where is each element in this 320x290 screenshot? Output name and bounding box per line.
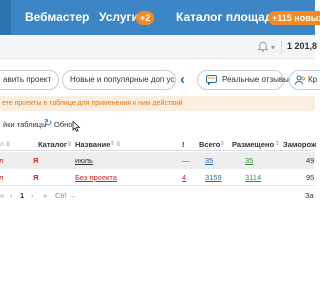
column-frozen[interactable]: Заморож bbox=[283, 140, 316, 149]
top-navigation: Вебмастер Услуги +2 Каталог площадок +11… bbox=[0, 0, 320, 35]
services-badge: +2 bbox=[136, 11, 155, 25]
chevron-down-icon[interactable]: ▾ bbox=[271, 43, 275, 52]
yandex-icon: Я bbox=[33, 173, 39, 182]
row-mark: л bbox=[0, 156, 4, 165]
mouse-cursor-icon bbox=[72, 121, 81, 132]
current-page[interactable]: 1 bbox=[20, 191, 24, 200]
nav-active-tab-fragment[interactable] bbox=[0, 0, 11, 35]
chat-bubble-icon bbox=[206, 75, 217, 85]
row-mark: л bbox=[0, 173, 4, 182]
nav-item-webmaster[interactable]: Вебмастер bbox=[25, 10, 89, 24]
users-icon bbox=[295, 75, 305, 85]
filter-icon[interactable]: л ⊻ bbox=[0, 140, 10, 148]
placed-link[interactable]: 3114 bbox=[245, 173, 261, 182]
prev-page-button[interactable]: ‹ bbox=[10, 191, 13, 200]
bell-icon[interactable] bbox=[257, 41, 269, 53]
first-page-button[interactable]: « bbox=[0, 191, 4, 200]
nav-item-services[interactable]: Услуги bbox=[99, 10, 139, 24]
exclamation-link[interactable]: 4 bbox=[182, 173, 186, 182]
refresh-icon[interactable]: ↻ bbox=[44, 118, 52, 129]
filter-icon[interactable]: ⊻ bbox=[67, 140, 72, 148]
project-name-link[interactable]: Без проекта bbox=[75, 173, 117, 182]
column-catalog[interactable]: Каталог bbox=[38, 140, 67, 149]
sort-icon[interactable]: ⇕ bbox=[110, 140, 115, 147]
kr-button[interactable]: Кр bbox=[289, 70, 320, 90]
column-exclamation[interactable]: ! bbox=[182, 140, 185, 149]
yandex-icon: Я bbox=[33, 156, 39, 165]
table-settings-link[interactable]: йки таблицы bbox=[3, 120, 46, 129]
pagination: « ‹ 1 › » Ctrl → За bbox=[0, 189, 315, 203]
divider bbox=[281, 40, 282, 54]
sort-icon[interactable]: ⇕ bbox=[275, 140, 280, 147]
keyboard-hint: Ctrl → bbox=[55, 191, 77, 200]
popular-services-label: Новые и популярные доп услуги: bbox=[62, 70, 176, 90]
placed-link[interactable]: 35 bbox=[245, 156, 253, 165]
chevron-left-icon[interactable]: ‹ bbox=[180, 72, 185, 87]
total-link[interactable]: 3159 bbox=[205, 173, 222, 182]
real-reviews-button[interactable]: Реальные отзывы bbox=[197, 70, 289, 90]
sort-icon[interactable]: ⇕ bbox=[220, 140, 225, 147]
add-project-button[interactable]: авить проект bbox=[0, 70, 59, 90]
balance-value[interactable]: 1 201,8 bbox=[287, 41, 317, 51]
column-total[interactable]: Всего bbox=[199, 140, 220, 149]
kr-label: Кр bbox=[308, 75, 318, 84]
column-placed[interactable]: Размещено bbox=[232, 140, 274, 149]
table-header: л ⊻ Каталог ⊻ Название ⇕ ⊻ ! Всего ⇕ Раз… bbox=[0, 136, 316, 151]
total-link[interactable]: 35 bbox=[205, 156, 213, 165]
column-name[interactable]: Название bbox=[75, 140, 110, 149]
pager-right-label: За bbox=[305, 191, 314, 200]
next-page-button[interactable]: › bbox=[31, 191, 34, 200]
table-row[interactable]: л Я июль — 35 35 49 bbox=[0, 152, 315, 169]
last-page-button[interactable]: » bbox=[43, 191, 47, 200]
frozen-value: 49 bbox=[306, 156, 315, 165]
frozen-value: 95 bbox=[306, 173, 315, 182]
catalog-badge: +115 новых bbox=[268, 11, 320, 25]
table-row[interactable]: л Я Без проекта 4 3159 3114 95 bbox=[0, 169, 315, 186]
filter-icon[interactable]: ⊻ bbox=[116, 140, 121, 148]
real-reviews-label: Реальные отзывы bbox=[222, 75, 289, 84]
project-name-link[interactable]: июль bbox=[75, 156, 93, 165]
selection-hint: ете проекты в таблице для применения к н… bbox=[0, 96, 315, 111]
exclamation-cell: — bbox=[182, 156, 190, 165]
header-subbar: ▾ 1 201,8 bbox=[0, 35, 317, 59]
